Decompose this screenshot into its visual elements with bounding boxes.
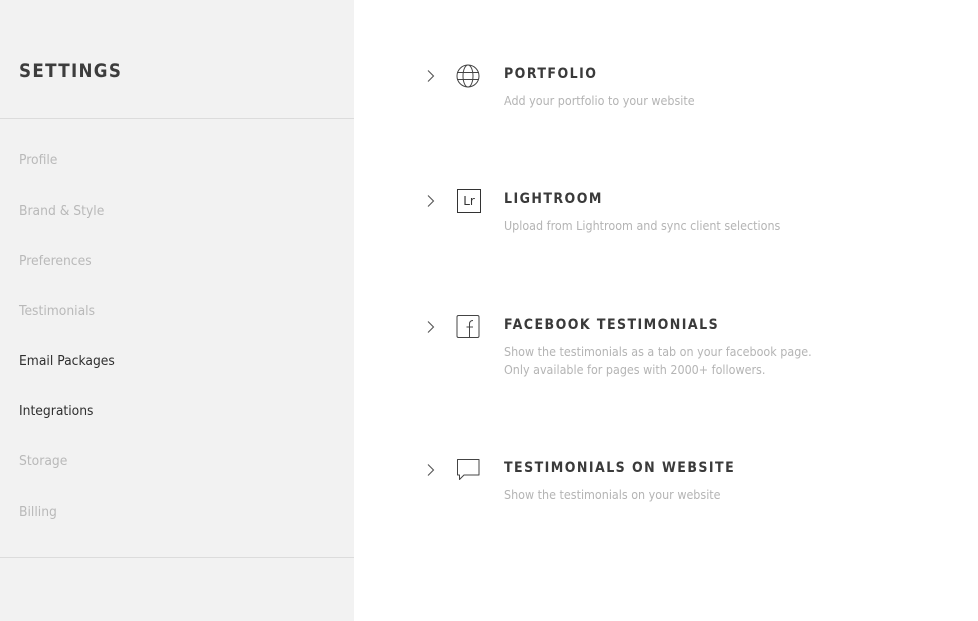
sidebar-item-email-packages[interactable]: Email Packages (19, 354, 115, 369)
chevron-right-icon[interactable] (424, 463, 438, 477)
sidebar-title: SETTINGS (19, 60, 123, 82)
chevron-right-icon[interactable] (424, 320, 438, 334)
facebook-icon (456, 315, 480, 338)
integrations-panel: PORTFOLIO Add your portfolio to your web… (354, 0, 978, 621)
integration-description-line1: Show the testimonials as a tab on your f… (504, 345, 812, 359)
integration-description: Show the testimonials as a tab on your f… (504, 343, 812, 379)
integration-description: Upload from Lightroom and sync client se… (504, 219, 781, 233)
lightroom-icon: Lr (454, 187, 482, 215)
sidebar-item-integrations[interactable]: Integrations (19, 404, 93, 419)
sidebar-item-billing[interactable]: Billing (19, 505, 57, 520)
sidebar-item-storage[interactable]: Storage (19, 454, 67, 469)
lightroom-icon-label: Lr (457, 189, 481, 213)
integration-title: PORTFOLIO (504, 66, 598, 82)
sidebar-item-testimonials[interactable]: Testimonials (19, 304, 95, 319)
integration-title: TESTIMONIALS ON WEBSITE (504, 460, 736, 476)
chevron-right-icon[interactable] (424, 194, 438, 208)
settings-sidebar: SETTINGS Profile Brand & Style Preferenc… (0, 0, 354, 621)
sidebar-divider-bottom (0, 557, 354, 558)
sidebar-item-brand-style[interactable]: Brand & Style (19, 204, 104, 219)
sidebar-item-preferences[interactable]: Preferences (19, 254, 92, 269)
integration-title: LIGHTROOM (504, 191, 603, 207)
speech-bubble-icon (457, 459, 480, 480)
integration-title: FACEBOOK TESTIMONIALS (504, 317, 720, 333)
chevron-right-icon[interactable] (424, 69, 438, 83)
sidebar-item-profile[interactable]: Profile (19, 153, 57, 168)
integration-description: Add your portfolio to your website (504, 94, 695, 108)
integration-description: Show the testimonials on your website (504, 488, 721, 502)
integration-description-line2: Only available for pages with 2000+ foll… (504, 363, 766, 377)
sidebar-divider-top (0, 118, 354, 119)
globe-icon (456, 64, 480, 88)
